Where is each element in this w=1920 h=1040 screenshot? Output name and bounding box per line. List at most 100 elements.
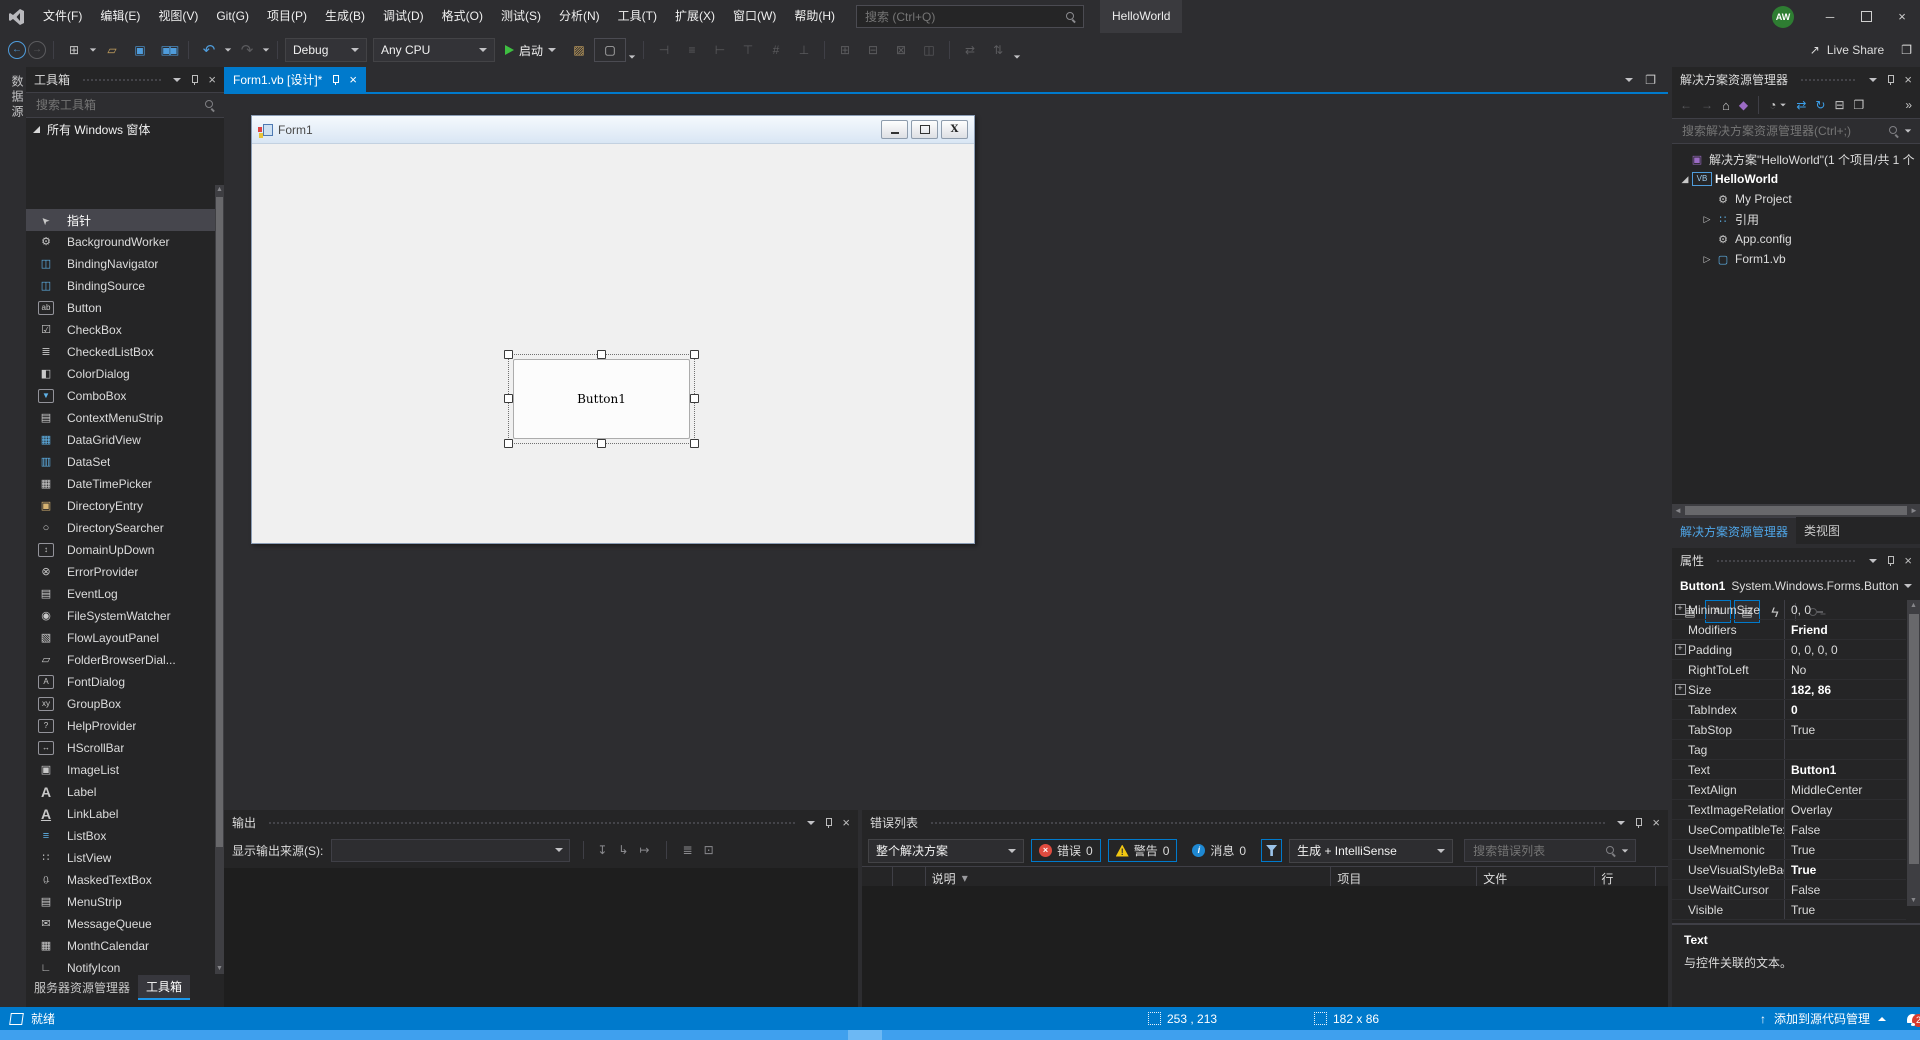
- toolbox-search-input[interactable]: [34, 97, 200, 113]
- property-value[interactable]: Button1: [1785, 763, 1906, 777]
- warnings-filter-button[interactable]: ! 警告 0: [1107, 839, 1178, 862]
- property-row[interactable]: MinimumSize 0, 0: [1672, 600, 1906, 620]
- feedback-icon[interactable]: [1901, 43, 1912, 57]
- toolbox-item[interactable]: ◫ BindingSource: [26, 275, 215, 297]
- solution-tree-item[interactable]: VB HelloWorld: [1672, 169, 1920, 189]
- property-value[interactable]: True: [1785, 723, 1906, 737]
- solution-tree-item[interactable]: ∷ 引用: [1672, 209, 1920, 229]
- word-wrap-icon[interactable]: [704, 843, 714, 857]
- property-value[interactable]: Overlay: [1785, 803, 1906, 817]
- make-same-width-button[interactable]: [832, 38, 858, 62]
- error-list-search-box[interactable]: [1464, 839, 1637, 862]
- toolbox-item[interactable]: ▥ DataSet: [26, 451, 215, 473]
- messages-filter-button[interactable]: i 消息 0: [1184, 839, 1255, 862]
- property-value[interactable]: Friend: [1785, 623, 1906, 637]
- toolbox-item[interactable]: ? HelpProvider: [26, 715, 215, 737]
- tree-expander-icon[interactable]: [1678, 174, 1692, 185]
- menu-item[interactable]: Git(G): [207, 0, 258, 33]
- toolbox-item[interactable]: ⊗ ErrorProvider: [26, 561, 215, 583]
- undo-button[interactable]: [196, 38, 222, 62]
- solution-tree-item[interactable]: ▢ Form1.vb: [1672, 249, 1920, 269]
- preview-selected-items-button[interactable]: [594, 38, 627, 62]
- error-list-content[interactable]: [862, 886, 1668, 1007]
- close-icon[interactable]: [1652, 816, 1660, 830]
- toolbox-item[interactable]: ○ DirectorySearcher: [26, 517, 215, 539]
- pin-icon[interactable]: [331, 74, 340, 86]
- pin-icon[interactable]: [824, 817, 833, 829]
- back-icon[interactable]: [1680, 98, 1692, 112]
- property-value[interactable]: 182, 86: [1785, 683, 1906, 697]
- expand-icon[interactable]: [1674, 684, 1686, 695]
- toolbox-item[interactable]: ✉ MessageQueue: [26, 913, 215, 935]
- selection-handle-nw[interactable]: [504, 350, 513, 359]
- tree-expander-icon[interactable]: [1700, 254, 1714, 265]
- close-icon[interactable]: [1904, 73, 1912, 87]
- live-share-button[interactable]: Live Share: [1810, 43, 1920, 57]
- window-position-caret[interactable]: [173, 77, 182, 82]
- property-row[interactable]: UseMnemonic True: [1672, 840, 1906, 860]
- property-row[interactable]: TabStop True: [1672, 720, 1906, 740]
- property-row[interactable]: Tag: [1672, 740, 1906, 760]
- designed-form[interactable]: Form1 X Button1: [251, 115, 975, 544]
- property-row[interactable]: UseCompatibleTextRendering False: [1672, 820, 1906, 840]
- toolbox-item[interactable]: ▤ EventLog: [26, 583, 215, 605]
- user-avatar[interactable]: AW: [1772, 5, 1794, 28]
- property-row[interactable]: Size 182, 86: [1672, 680, 1906, 700]
- toolbox-item[interactable]: ▧ FlowLayoutPanel: [26, 627, 215, 649]
- quick-search-box[interactable]: [856, 5, 1084, 28]
- preview-selected-icon[interactable]: [1854, 98, 1865, 112]
- sync-with-active-document-icon[interactable]: [1815, 98, 1825, 112]
- class-view-tab[interactable]: 类视图: [1796, 517, 1848, 544]
- pin-icon[interactable]: [1886, 555, 1895, 567]
- toolbox-item[interactable]: ◫ BindingNavigator: [26, 253, 215, 275]
- property-row[interactable]: TextAlign MiddleCenter: [1672, 780, 1906, 800]
- data-sources-vertical-tab[interactable]: 数据源: [0, 75, 26, 120]
- menu-item[interactable]: 扩展(X): [666, 0, 724, 33]
- toolbox-search-box[interactable]: [26, 92, 224, 118]
- toolbox-item[interactable]: ∷ ListView: [26, 847, 215, 869]
- toolbox-item[interactable]: ≣ CheckedListBox: [26, 341, 215, 363]
- output-content[interactable]: [224, 868, 858, 1007]
- menu-item[interactable]: 工具(T): [609, 0, 666, 33]
- property-row[interactable]: Visible True: [1672, 900, 1906, 920]
- align-bottoms-button[interactable]: [791, 38, 817, 62]
- property-row[interactable]: TextImageRelation Overlay: [1672, 800, 1906, 820]
- property-value[interactable]: 0, 0: [1785, 603, 1906, 617]
- toolbox-item[interactable]: A LinkLabel: [26, 803, 215, 825]
- horizontal-spacing-button[interactable]: [957, 38, 983, 62]
- start-debug-button[interactable]: 启动: [503, 38, 558, 62]
- property-row[interactable]: Padding 0, 0, 0, 0: [1672, 640, 1906, 660]
- menu-item[interactable]: 测试(S): [492, 0, 550, 33]
- toolbox-scrollbar[interactable]: ▲ ▼: [215, 185, 224, 974]
- tree-expander-icon[interactable]: [1700, 214, 1714, 225]
- toolbox-item[interactable]: ▣ DirectoryEntry: [26, 495, 215, 517]
- make-same-size-button[interactable]: [888, 38, 914, 62]
- toolbox-item[interactable]: ▼ ComboBox: [26, 385, 215, 407]
- selection-handle-n[interactable]: [596, 350, 606, 359]
- error-source-select[interactable]: 生成 + IntelliSense: [1289, 838, 1454, 863]
- selection-handle-se[interactable]: [690, 439, 699, 448]
- selection-handle-sw[interactable]: [504, 439, 513, 448]
- window-layout-icon[interactable]: [1645, 73, 1656, 87]
- menu-item[interactable]: 视图(V): [149, 0, 207, 33]
- expand-icon[interactable]: [1674, 604, 1686, 615]
- toolbox-item[interactable]: ▱ FolderBrowserDial...: [26, 649, 215, 671]
- scrollbar-thumb[interactable]: [1685, 506, 1907, 515]
- form-client-area[interactable]: Button1: [252, 144, 974, 542]
- properties-scrollbar[interactable]: ▲ ▼: [1907, 600, 1920, 906]
- close-icon[interactable]: [349, 73, 357, 87]
- close-icon[interactable]: [842, 816, 850, 830]
- solution-tree-item[interactable]: ⚙ My Project: [1672, 189, 1920, 209]
- property-value[interactable]: True: [1785, 843, 1906, 857]
- property-value[interactable]: No: [1785, 663, 1906, 677]
- menu-item[interactable]: 分析(N): [550, 0, 609, 33]
- forward-icon[interactable]: [1701, 98, 1713, 112]
- property-value[interactable]: MiddleCenter: [1785, 783, 1906, 797]
- property-row[interactable]: UseWaitCursor False: [1672, 880, 1906, 900]
- solution-platform-select[interactable]: Any CPU: [373, 38, 495, 62]
- selection-handle-e[interactable]: [690, 394, 699, 403]
- menu-item[interactable]: 项目(P): [258, 0, 316, 33]
- window-position-caret[interactable]: [1869, 558, 1878, 563]
- close-icon[interactable]: [1904, 554, 1912, 568]
- forms-designer-surface[interactable]: Form1 X Button1: [224, 94, 1668, 810]
